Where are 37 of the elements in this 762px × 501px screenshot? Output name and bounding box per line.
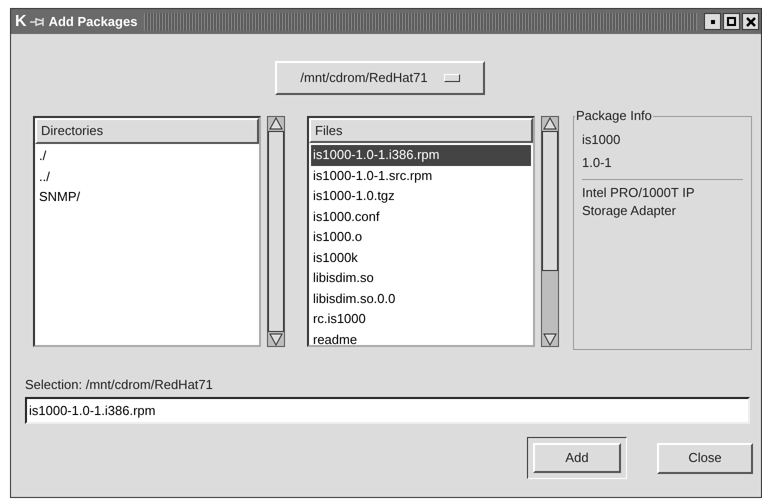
minimize-button[interactable] <box>704 13 721 30</box>
list-item[interactable]: libisdim.so.0.0 <box>311 288 531 310</box>
scroll-up-arrow-icon[interactable] <box>542 117 558 131</box>
selection-label: Selection: /mnt/cdrom/RedHat71 <box>25 377 214 393</box>
list-item[interactable]: SNMP/ <box>37 187 257 208</box>
list-item[interactable]: is1000.conf <box>311 206 531 228</box>
pin-icon[interactable] <box>30 16 46 26</box>
close-icon <box>746 16 756 26</box>
package-description: Intel PRO/1000T IP Storage Adapter <box>582 184 696 220</box>
list-item[interactable]: is1000-1.0-1.i386.rpm <box>311 145 531 166</box>
list-item[interactable]: rc.is1000 <box>311 309 531 330</box>
maximize-button[interactable] <box>723 13 740 30</box>
list-item[interactable]: is1000-1.0-1.src.rpm <box>311 166 531 186</box>
group-title: Package Info <box>575 108 653 124</box>
scroll-down-arrow-icon[interactable] <box>268 332 284 346</box>
column-header[interactable]: Files <box>309 118 533 144</box>
selection-field[interactable]: is1000-1.0-1.i386.rpm <box>25 397 750 424</box>
list-item[interactable]: libisdim.so <box>311 268 531 289</box>
column-header[interactable]: Directories <box>35 118 259 144</box>
window-title: Add Packages <box>48 12 138 31</box>
scrollbar[interactable] <box>541 116 559 347</box>
list-item[interactable]: is1000.o <box>311 227 531 248</box>
list-item[interactable]: readme <box>311 330 531 345</box>
list-item[interactable]: ./ <box>37 146 257 166</box>
app-logo[interactable]: K <box>15 14 27 30</box>
path-dropdown[interactable]: /mnt/cdrom/RedHat71 <box>275 61 485 95</box>
scroll-down-arrow-icon[interactable] <box>542 332 558 346</box>
close-button[interactable] <box>742 13 759 30</box>
list-item[interactable]: is1000-1.0.tgz <box>311 186 531 207</box>
package-version: 1.0-1 <box>582 154 613 172</box>
package-name: is1000 <box>582 131 622 149</box>
scrollbar[interactable] <box>267 116 285 347</box>
list-item[interactable]: is1000k <box>311 248 531 268</box>
scroll-up-arrow-icon[interactable] <box>268 117 284 131</box>
add-button[interactable]: Add <box>533 443 621 473</box>
dialog-button[interactable]: Close <box>657 442 753 474</box>
list-item[interactable]: ../ <box>37 166 257 187</box>
